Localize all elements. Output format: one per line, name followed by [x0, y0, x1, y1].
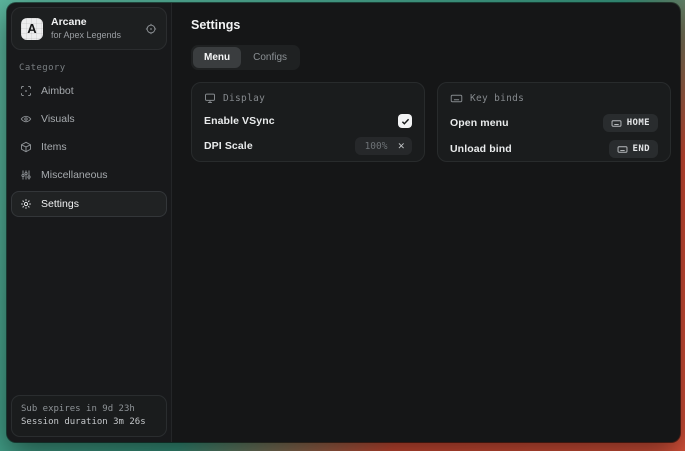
keybinds-card-header: Key binds: [450, 92, 658, 105]
tab-configs[interactable]: Configs: [242, 47, 298, 68]
dpi-scale-input[interactable]: 100% ✕: [355, 137, 412, 155]
category-label: Category: [11, 50, 167, 79]
app-window: A Arcane for Apex Legends Category: [7, 3, 680, 442]
dpi-value[interactable]: 100%: [355, 141, 392, 152]
app-logo-letter: A: [27, 21, 36, 36]
eye-icon: [20, 113, 32, 125]
open-menu-row: Open menu HOME: [450, 115, 658, 131]
gear-icon: [20, 198, 32, 210]
unload-bind-label: Unload bind: [450, 143, 512, 155]
sidebar-item-label: Miscellaneous: [41, 169, 108, 181]
app-logo: A: [21, 18, 43, 40]
app-subtitle: for Apex Legends: [51, 29, 137, 41]
unload-bind-row: Unload bind END: [450, 141, 658, 157]
sliders-icon: [20, 169, 32, 181]
sidebar-item-label: Settings: [41, 198, 79, 210]
display-card-title: Display: [223, 93, 265, 104]
sidebar-item-label: Visuals: [41, 113, 75, 125]
keybinds-card: Key binds Open menu HOME: [437, 82, 671, 162]
sidebar-item-settings[interactable]: Settings: [11, 191, 167, 217]
open-menu-key: HOME: [627, 118, 650, 128]
sidebar-item-label: Items: [41, 141, 67, 153]
app-name: Arcane: [51, 16, 137, 29]
sidebar-item-items[interactable]: Items: [11, 135, 167, 159]
sidebar: A Arcane for Apex Legends Category: [7, 3, 172, 442]
app-header-card: A Arcane for Apex Legends: [11, 7, 167, 50]
keyboard-icon: [450, 92, 463, 105]
vsync-checkbox[interactable]: [398, 114, 412, 128]
page-title: Settings: [191, 18, 671, 32]
tab-bar: Menu Configs: [191, 45, 300, 70]
cube-icon: [20, 141, 32, 153]
sub-expiry-text: Sub expires in 9d 23h: [21, 403, 157, 416]
keybinds-card-title: Key binds: [470, 93, 524, 104]
session-duration-text: Session duration 3m 26s: [21, 416, 157, 429]
unload-key: END: [633, 144, 650, 154]
main-content: Settings Menu Configs Display E: [172, 3, 680, 442]
crosshair-icon: [20, 85, 32, 97]
sidebar-item-label: Aimbot: [41, 85, 74, 97]
dpi-row: DPI Scale 100% ✕: [204, 138, 412, 154]
display-card: Display Enable VSync DPI Scale 100% ✕: [191, 82, 425, 162]
sidebar-spacer: [11, 217, 167, 395]
sidebar-item-miscellaneous[interactable]: Miscellaneous: [11, 163, 167, 187]
app-title-block: Arcane for Apex Legends: [51, 16, 137, 41]
clear-icon[interactable]: ✕: [397, 142, 405, 151]
vsync-row: Enable VSync: [204, 114, 412, 128]
open-menu-keybind-button[interactable]: HOME: [603, 114, 658, 132]
open-menu-label: Open menu: [450, 117, 509, 129]
vsync-label: Enable VSync: [204, 115, 275, 127]
session-info-box: Sub expires in 9d 23h Session duration 3…: [11, 395, 167, 437]
sidebar-nav: Aimbot Visuals Items: [11, 79, 167, 217]
sidebar-item-aimbot[interactable]: Aimbot: [11, 79, 167, 103]
monitor-icon: [204, 92, 216, 104]
display-card-header: Display: [204, 92, 412, 104]
keyboard-icon: [617, 144, 628, 155]
unload-keybind-button[interactable]: END: [609, 140, 658, 158]
dpi-label: DPI Scale: [204, 140, 253, 152]
sidebar-item-visuals[interactable]: Visuals: [11, 107, 167, 131]
settings-cards: Display Enable VSync DPI Scale 100% ✕: [191, 82, 671, 162]
keyboard-icon: [611, 118, 622, 129]
target-icon[interactable]: [145, 23, 157, 35]
tab-menu[interactable]: Menu: [193, 47, 241, 68]
check-icon: [401, 117, 410, 126]
